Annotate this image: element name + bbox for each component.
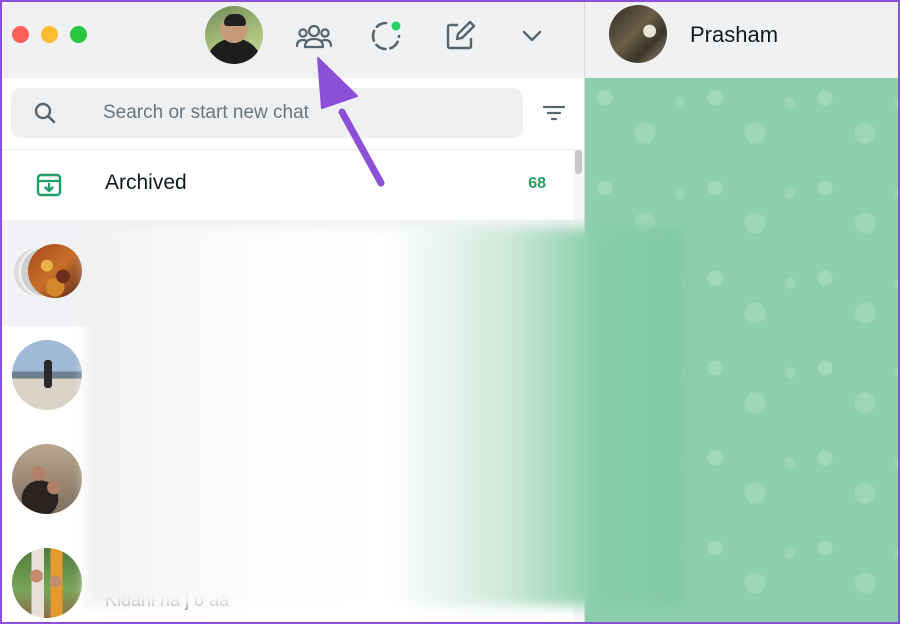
minimize-window-button[interactable] <box>41 26 58 43</box>
contact-name[interactable]: Prasham <box>690 22 778 48</box>
app-window: Archived 68 Kidani na j o aa Prasham <box>0 0 900 624</box>
status-button[interactable] <box>366 16 406 56</box>
communities-button[interactable] <box>294 16 334 56</box>
new-chat-button[interactable] <box>440 16 480 56</box>
conversation-header[interactable]: Prasham <box>585 2 898 78</box>
group-avatar <box>28 244 82 298</box>
filter-button[interactable] <box>539 98 569 128</box>
contact-avatar <box>12 340 82 410</box>
scrollbar-thumb[interactable] <box>575 150 582 174</box>
contact-avatar <box>12 548 82 618</box>
profile-avatar[interactable] <box>205 6 263 64</box>
community-icon <box>296 24 332 49</box>
search-bar[interactable] <box>11 88 523 138</box>
status-icon <box>371 21 401 51</box>
compose-icon <box>446 20 476 50</box>
contact-avatar <box>12 444 82 514</box>
archived-count-badge: 68 <box>528 175 546 192</box>
archived-chats-row[interactable]: Archived 68 <box>2 149 574 219</box>
zoom-window-button[interactable] <box>70 26 87 43</box>
privacy-blur-highlight <box>85 228 685 606</box>
top-toolbar <box>2 2 584 78</box>
archive-icon <box>36 173 62 197</box>
filter-icon <box>542 105 566 121</box>
archived-label: Archived <box>105 171 187 194</box>
search-input[interactable] <box>103 99 503 127</box>
chevron-down-icon <box>522 30 542 42</box>
close-window-button[interactable] <box>12 26 29 43</box>
contact-avatar[interactable] <box>609 5 667 63</box>
menu-dropdown-button[interactable] <box>512 16 552 56</box>
search-icon <box>34 102 56 124</box>
